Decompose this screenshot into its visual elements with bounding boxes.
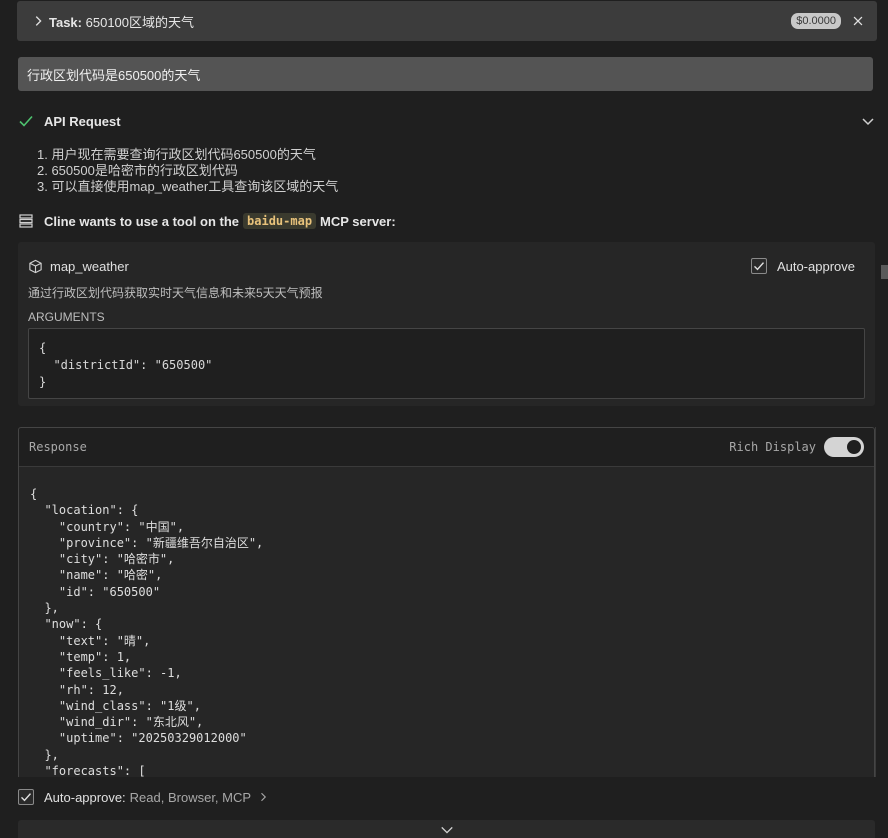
api-request-row[interactable]: API Request <box>18 111 876 131</box>
tool-use-header: Cline wants to use a tool on the baidu-m… <box>18 213 396 229</box>
tool-name: map_weather <box>50 259 129 274</box>
thinking-item: 2. 650500是哈密市的行政区划代码 <box>37 163 238 178</box>
toggle-knob <box>847 440 861 454</box>
bottom-auto-approve-checkbox[interactable] <box>18 789 34 805</box>
rich-display-toggle[interactable] <box>824 437 864 457</box>
chevron-right-icon[interactable] <box>257 791 269 803</box>
response-header: Response Rich Display <box>19 428 874 467</box>
checkmark-icon <box>21 793 32 802</box>
thinking-list: 1. 用户现在需要查询行政区划代码650500的天气 2. 650500是哈密市… <box>37 147 338 195</box>
server-icon <box>19 214 33 228</box>
task-prefix: Task: <box>49 14 82 30</box>
thinking-item: 1. 用户现在需要查询行政区划代码650500的天气 <box>37 147 316 162</box>
cube-icon <box>29 259 42 274</box>
cost-badge: $0.0000 <box>791 13 841 29</box>
arguments-label: ARGUMENTS <box>28 310 105 324</box>
check-icon <box>19 115 33 127</box>
server-name: baidu-map <box>243 213 317 229</box>
bottom-auto-approve[interactable]: Auto-approve: Read, Browser, MCP <box>18 789 269 805</box>
auto-approve-label: Auto-approve <box>776 258 855 274</box>
chevron-down-icon[interactable] <box>860 113 876 129</box>
bottom-auto-approve-label: Auto-approve: <box>44 789 126 805</box>
tool-use-suffix: MCP server: <box>320 213 396 229</box>
tool-description: 通过行政区划代码获取实时天气信息和未来5天天气预报 <box>28 286 323 300</box>
tool-use-prefix: Cline wants to use a tool on the <box>44 213 240 229</box>
tool-auto-approve[interactable]: Auto-approve <box>750 258 855 274</box>
task-name: 650100区域的天气 <box>85 14 195 30</box>
chevron-right-icon[interactable] <box>31 14 45 28</box>
response-card: Response Rich Display { "location": { "c… <box>18 427 875 787</box>
tool-title: map_weather <box>28 259 129 274</box>
rich-display-label: Rich Display <box>729 440 816 454</box>
chevron-down-icon <box>440 826 453 834</box>
response-label: Response <box>29 440 87 454</box>
scrollbar-thumb[interactable] <box>881 265 888 279</box>
user-message: 行政区划代码是650500的天气 <box>18 57 873 91</box>
task-header[interactable]: Task: 650100区域的天气 $0.0000 <box>17 1 877 41</box>
response-json: { "location": { "country": "中国", "provin… <box>19 467 874 786</box>
tool-card: map_weather Auto-approve 通过行政区划代码获取实时天气信… <box>18 242 875 406</box>
auto-approve-checkbox[interactable] <box>750 258 767 274</box>
scroll-to-bottom-button[interactable] <box>18 820 875 838</box>
checkmark-icon <box>753 262 764 271</box>
arguments-box: { "districtId": "650500" } <box>28 328 865 399</box>
divider <box>875 427 876 777</box>
rich-display-control[interactable]: Rich Display <box>729 437 864 457</box>
task-title: Task: 650100区域的天气 <box>49 12 194 31</box>
api-request-label: API Request <box>44 113 121 129</box>
thinking-item: 3. 可以直接使用map_weather工具查询该区域的天气 <box>37 179 339 194</box>
close-icon[interactable] <box>851 14 865 28</box>
bottom-auto-approve-options: Read, Browser, MCP <box>129 789 252 805</box>
